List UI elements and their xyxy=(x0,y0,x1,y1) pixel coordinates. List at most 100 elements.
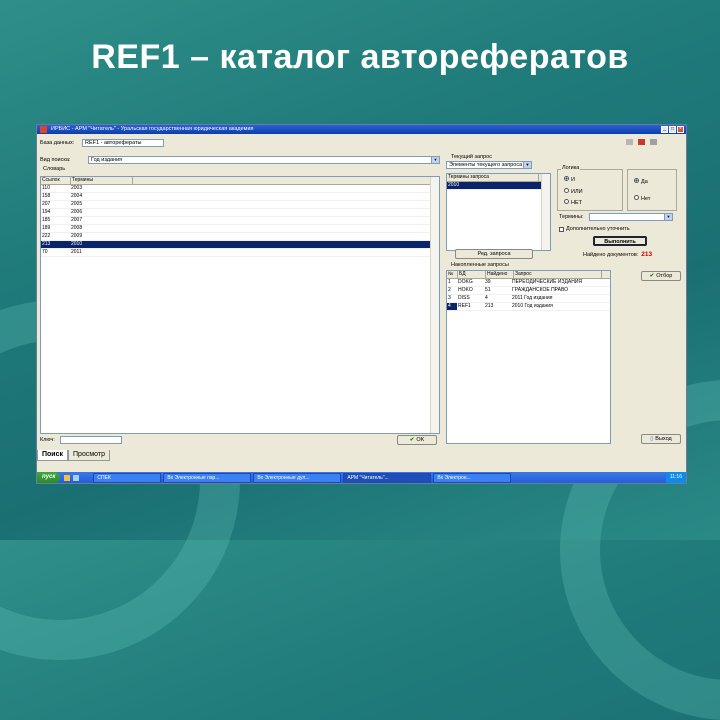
help-icon[interactable] xyxy=(650,139,657,145)
taskbar-item[interactable]: Вх Электронные пар... xyxy=(163,472,252,483)
toolbar-icons xyxy=(626,138,666,147)
app-icon xyxy=(40,126,47,133)
exit-button[interactable]: ▯ Выход xyxy=(641,434,681,444)
database-label: База данных: xyxy=(40,140,75,146)
irbis-window: ИРБИС - АРМ "Читатель" - Уральская госуд… xyxy=(36,124,687,484)
accumulated-row[interactable]: 1 DOKG 39 ПЕРЕОДИЧЕСКИЕ ИЗДАНИЯ xyxy=(447,279,610,287)
accumulated-title: Накопленные запросы xyxy=(449,262,511,268)
key-input[interactable] xyxy=(60,436,122,444)
column-db[interactable]: БД xyxy=(458,271,486,278)
tab-search[interactable]: Поиск xyxy=(37,450,69,461)
radio-icon xyxy=(564,176,569,181)
radio-icon xyxy=(634,178,639,183)
exit-icon[interactable] xyxy=(638,139,645,145)
dictionary-row[interactable]: 70 2011 xyxy=(41,249,439,257)
dictionary-row[interactable]: 110 2003 xyxy=(41,185,439,193)
terms-row: Термины: ▼ xyxy=(559,213,673,221)
query-terms-header: Термины запроса xyxy=(447,174,550,182)
dictionary-row-selected[interactable]: 213 2010 xyxy=(41,241,439,249)
minimize-icon[interactable]: _ xyxy=(661,126,668,133)
dictionary-row[interactable]: 194 2006 xyxy=(41,209,439,217)
chevron-down-icon[interactable]: ▼ xyxy=(523,162,531,168)
database-row: База данных: REF1 - авторефераты xyxy=(40,139,164,147)
print-icon[interactable] xyxy=(626,139,633,145)
radio-icon xyxy=(564,188,569,193)
terms-select[interactable]: ▼ xyxy=(589,213,673,221)
window-controls: _ □ × xyxy=(661,126,684,133)
door-icon: ▯ xyxy=(650,436,654,442)
column-query[interactable]: Запрос xyxy=(514,271,602,278)
accumulated-row[interactable]: 2 HOKO 51 ГРАЖДАНСКОЕ ПРАВО xyxy=(447,287,610,295)
column-found[interactable]: Найдено xyxy=(486,271,514,278)
dictionary-row[interactable]: 222 2009 xyxy=(41,233,439,241)
window-titlebar[interactable]: ИРБИС - АРМ "Читатель" - Уральская госуд… xyxy=(37,125,686,134)
taskbar-item[interactable]: СПЕК xyxy=(93,472,162,483)
key-label: Ключ: xyxy=(40,437,55,443)
dictionary-header: Ссылок Термины xyxy=(41,177,439,185)
database-select[interactable]: REF1 - авторефераты xyxy=(82,139,164,147)
chevron-down-icon[interactable]: ▼ xyxy=(664,214,672,220)
bottom-tabs: Поиск Просмотр xyxy=(37,450,110,461)
window-title: ИРБИС - АРМ "Читатель" - Уральская госуд… xyxy=(51,126,254,132)
truncation-option-yes[interactable]: Да xyxy=(634,178,648,185)
dictionary-rows: 110 2003 158 2004 207 2005 194 2006 185 2007 … xyxy=(41,185,439,257)
current-query-combo[interactable]: Элементы текущего запроса ▼ xyxy=(446,161,532,169)
checkmark-icon: ✔ xyxy=(409,437,415,443)
found-count: 213 xyxy=(641,251,653,258)
dictionary-row[interactable]: 185 2007 xyxy=(41,217,439,225)
column-query-terms[interactable]: Термины запроса xyxy=(447,174,539,181)
choice-button[interactable]: ✔ Отбор xyxy=(641,271,681,281)
slide-title: REF1 – каталог авторефератов xyxy=(91,38,629,76)
taskbar-item-active[interactable]: АРМ "Читатель"... xyxy=(343,472,432,483)
dictionary-list[interactable]: Ссылок Термины 110 2003 158 2004 207 2005 1… xyxy=(40,176,440,434)
logic-group: Логика И ИЛИ НЕТ xyxy=(557,165,623,211)
edit-query-button[interactable]: Ред. запроса xyxy=(455,249,533,259)
start-button[interactable]: пуск xyxy=(37,472,61,483)
precise-option[interactable]: Дополнительно уточнить xyxy=(559,226,630,232)
accumulated-queries-list[interactable]: № БД Найдено Запрос 1 DOKG 39 ПЕРЕОДИЧЕСКИЕ… xyxy=(446,270,611,444)
accumulated-header: № БД Найдено Запрос xyxy=(447,271,610,279)
search-type-label: Вид поиска: xyxy=(40,157,71,163)
clock: 11:16 xyxy=(669,474,682,480)
quicklaunch-icon[interactable] xyxy=(73,474,80,481)
run-button[interactable]: Выполнить xyxy=(593,236,647,246)
logic-label: Логика xyxy=(561,165,581,171)
radio-icon xyxy=(634,195,639,200)
taskbar-item[interactable]: Вх Электрон... xyxy=(433,472,512,483)
dictionary-scrollbar[interactable] xyxy=(430,177,439,433)
search-type-select[interactable]: Год издания ▼ xyxy=(88,156,440,164)
accumulated-row-selected[interactable]: 4 REF1 213 2010 Год издания xyxy=(447,303,610,311)
close-icon[interactable]: × xyxy=(677,126,684,133)
dictionary-title: Словарь xyxy=(41,166,68,172)
radio-icon xyxy=(564,199,569,204)
query-term-row[interactable]: 2010 xyxy=(447,182,550,190)
column-number[interactable]: № xyxy=(447,271,458,278)
taskbar: пуск СПЕК Вх Электронные пар... Вх Элект… xyxy=(37,472,686,483)
dictionary-row[interactable]: 158 2004 xyxy=(41,193,439,201)
accumulated-row[interactable]: 3 DISS 4 2011 Год издания xyxy=(447,295,610,303)
logic-option-and[interactable]: И xyxy=(564,176,575,183)
column-term[interactable]: Термины xyxy=(71,177,133,184)
dictionary-row[interactable]: 207 2005 xyxy=(41,201,439,209)
query-terms-scrollbar[interactable] xyxy=(541,174,550,250)
truncation-option-no[interactable]: Нет xyxy=(634,195,650,202)
search-type-row: Вид поиска: Год издания ▼ xyxy=(40,156,440,164)
query-terms-list[interactable]: Термины запроса 2010 xyxy=(446,173,551,251)
logic-option-or[interactable]: ИЛИ xyxy=(564,188,583,195)
current-query-title: Текущий запрос xyxy=(449,154,494,160)
quicklaunch-icon[interactable] xyxy=(64,474,71,481)
checkbox-icon xyxy=(559,226,564,232)
terms-label: Термины: xyxy=(559,214,584,220)
dictionary-row[interactable]: 189 2008 xyxy=(41,225,439,233)
ok-button[interactable]: ✔ OK xyxy=(397,435,437,445)
truncation-group: Да Нет xyxy=(627,169,677,211)
maximize-icon[interactable]: □ xyxy=(669,126,676,133)
logic-option-not[interactable]: НЕТ xyxy=(564,199,582,206)
taskbar-item[interactable]: Вх Электронные дул... xyxy=(253,472,342,483)
checkmark-icon: ✔ xyxy=(649,273,655,279)
system-tray: 11:16 xyxy=(665,472,686,483)
key-row: Ключ: xyxy=(40,436,122,444)
tab-view[interactable]: Просмотр xyxy=(68,450,110,461)
chevron-down-icon[interactable]: ▼ xyxy=(431,157,439,163)
column-count[interactable]: Ссылок xyxy=(41,177,71,184)
